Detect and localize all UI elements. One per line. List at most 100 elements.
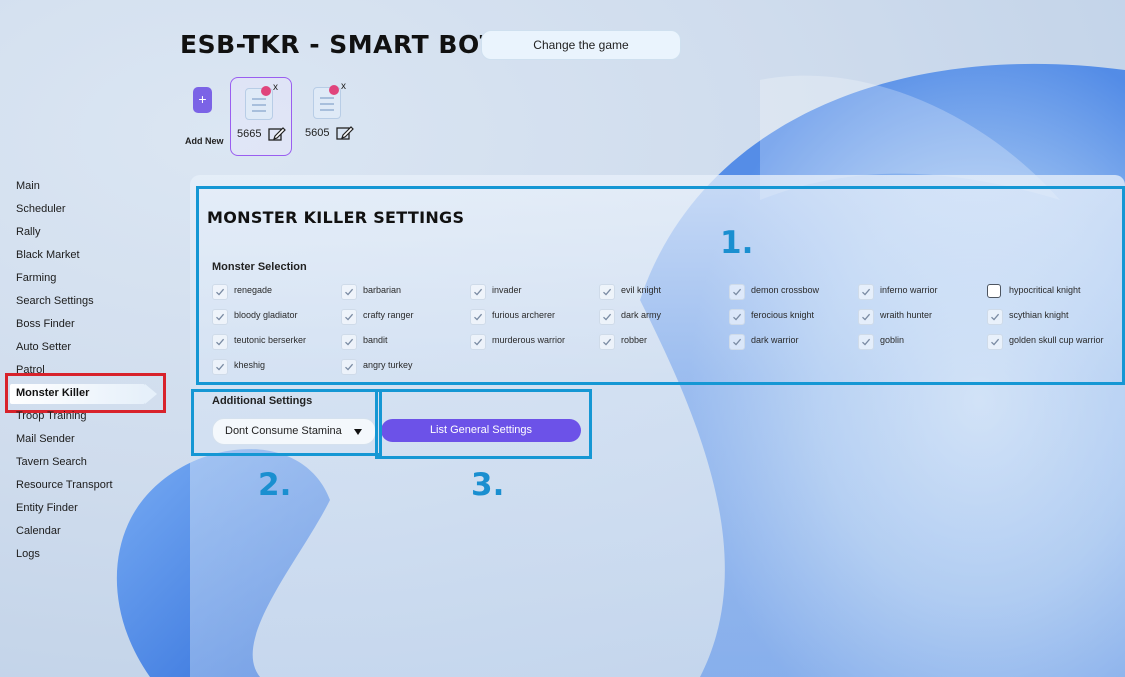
monster-checkbox-dark-army[interactable]: dark army — [599, 309, 727, 325]
annotation-label-1: 1. — [720, 225, 754, 261]
remove-account-x[interactable]: x — [341, 81, 346, 92]
monster-checkbox-inferno-warrior[interactable]: inferno warrior — [858, 284, 986, 300]
remove-account-dot-icon[interactable] — [329, 85, 339, 95]
sidebar-item-logs[interactable]: Logs — [16, 546, 40, 562]
change-game-button[interactable]: Change the game — [481, 30, 681, 60]
monster-checkbox-dark-warrior[interactable]: dark warrior — [729, 334, 857, 350]
monster-label: invader — [492, 285, 522, 295]
monster-label: barbarian — [363, 285, 402, 295]
sidebar-item-calendar[interactable]: Calendar — [16, 523, 61, 539]
sidebar-item-search-settings[interactable]: Search Settings — [16, 293, 94, 309]
sidebar-item-main[interactable]: Main — [16, 178, 40, 194]
annotation-label-2: 2. — [258, 467, 292, 503]
checkbox-checked-icon[interactable] — [858, 334, 874, 350]
monster-label: dark army — [621, 310, 662, 320]
monster-label: teutonic berserker — [234, 335, 307, 345]
account-number: 5665 — [237, 128, 262, 140]
remove-account-x[interactable]: x — [273, 82, 278, 93]
checkbox-checked-icon[interactable] — [341, 284, 357, 300]
add-account-button[interactable]: + — [193, 87, 212, 113]
sidebar-item-scheduler[interactable]: Scheduler — [16, 201, 66, 217]
monster-label: crafty ranger — [363, 310, 414, 320]
monster-label: golden skull cup warrior — [1009, 335, 1104, 345]
checkbox-checked-icon[interactable] — [341, 359, 357, 375]
monster-checkbox-goblin[interactable]: goblin — [858, 334, 986, 350]
checkbox-checked-icon[interactable] — [599, 309, 615, 325]
checkbox-checked-icon[interactable] — [212, 284, 228, 300]
account-number: 5605 — [305, 127, 330, 139]
monster-label: wraith hunter — [880, 310, 933, 320]
remove-account-dot-icon[interactable] — [261, 86, 271, 96]
monster-label: renegade — [234, 285, 273, 295]
sidebar-item-resource-transport[interactable]: Resource Transport — [16, 477, 113, 493]
monster-checkbox-evil-knight[interactable]: evil knight — [599, 284, 727, 300]
checkbox-checked-icon[interactable] — [470, 309, 486, 325]
sidebar-item-black-market[interactable]: Black Market — [16, 247, 80, 263]
annotation-label-3: 3. — [471, 467, 505, 503]
checkbox-checked-icon[interactable] — [729, 309, 745, 325]
monster-label: ferocious knight — [751, 310, 815, 320]
checkbox-checked-icon[interactable] — [212, 334, 228, 350]
sidebar-item-auto-setter[interactable]: Auto Setter — [16, 339, 71, 355]
monster-checkbox-scythian-knight[interactable]: scythian knight — [987, 309, 1115, 325]
sidebar-item-boss-finder[interactable]: Boss Finder — [16, 316, 75, 332]
edit-icon[interactable] — [336, 125, 354, 141]
sidebar-item-patrol[interactable]: Patrol — [16, 362, 45, 378]
monster-checkbox-barbarian[interactable]: barbarian — [341, 284, 469, 300]
checkbox-checked-icon[interactable] — [470, 334, 486, 350]
monster-label: scythian knight — [1009, 310, 1069, 320]
checkbox-unchecked-icon[interactable] — [987, 284, 1001, 298]
checkbox-checked-icon[interactable] — [470, 284, 486, 300]
monster-label: angry turkey — [363, 360, 413, 370]
checkbox-checked-icon[interactable] — [858, 309, 874, 325]
annotation-box-2 — [191, 389, 382, 456]
annotation-box-3 — [375, 389, 592, 459]
monster-checkbox-bandit[interactable]: bandit — [341, 334, 469, 350]
monster-label: dark warrior — [751, 335, 799, 345]
monster-label: bloody gladiator — [234, 310, 298, 320]
checkbox-checked-icon[interactable] — [341, 334, 357, 350]
monster-label: robber — [621, 335, 648, 345]
app-title: ESB-TKR - SMART BOT — [180, 30, 498, 59]
monster-checkbox-bloody-gladiator[interactable]: bloody gladiator — [212, 309, 340, 325]
monster-checkbox-crafty-ranger[interactable]: crafty ranger — [341, 309, 469, 325]
checkbox-checked-icon[interactable] — [729, 284, 745, 300]
checkbox-checked-icon[interactable] — [729, 334, 745, 350]
monster-checkbox-wraith-hunter[interactable]: wraith hunter — [858, 309, 986, 325]
checkbox-checked-icon[interactable] — [599, 284, 615, 300]
monster-label: bandit — [363, 335, 388, 345]
checkbox-checked-icon[interactable] — [341, 309, 357, 325]
monster-checkbox-renegade[interactable]: renegade — [212, 284, 340, 300]
account-tile-5665[interactable]: x 5665 — [230, 77, 292, 156]
sidebar-item-farming[interactable]: Farming — [16, 270, 56, 286]
monster-checkbox-angry-turkey[interactable]: angry turkey — [341, 359, 469, 375]
sidebar-item-tavern-search[interactable]: Tavern Search — [16, 454, 87, 470]
edit-icon[interactable] — [268, 126, 286, 142]
monster-checkbox-invader[interactable]: invader — [470, 284, 598, 300]
monster-checkbox-furious-archerer[interactable]: furious archerer — [470, 309, 598, 325]
monster-label: demon crossbow — [751, 285, 820, 295]
monster-checkbox-robber[interactable]: robber — [599, 334, 727, 350]
monster-checkbox-murderous-warrior[interactable]: murderous warrior — [470, 334, 598, 350]
sidebar-item-entity-finder[interactable]: Entity Finder — [16, 500, 78, 516]
monster-checkbox-golden-skull-cup-warrior[interactable]: golden skull cup warrior — [987, 334, 1115, 350]
account-tile-5605[interactable]: x 5605 — [299, 77, 359, 154]
monster-label: furious archerer — [492, 310, 556, 320]
checkbox-checked-icon[interactable] — [212, 359, 228, 375]
monster-checkbox-ferocious-knight[interactable]: ferocious knight — [729, 309, 857, 325]
monster-label: hypocritical knight — [1009, 285, 1081, 295]
monster-checkbox-kheshig[interactable]: kheshig — [212, 359, 340, 375]
checkbox-checked-icon[interactable] — [858, 284, 874, 300]
checkbox-checked-icon[interactable] — [987, 309, 1003, 325]
checkbox-checked-icon[interactable] — [987, 334, 1003, 350]
checkbox-checked-icon[interactable] — [212, 309, 228, 325]
sidebar-item-monster-killer[interactable]: Monster Killer — [16, 385, 89, 401]
monster-checkbox-demon-crossbow[interactable]: demon crossbow — [729, 284, 857, 300]
checkbox-checked-icon[interactable] — [599, 334, 615, 350]
monster-checkbox-teutonic-berserker[interactable]: teutonic berserker — [212, 334, 340, 350]
monster-checkbox-hypocritical-knight[interactable]: hypocritical knight — [987, 284, 1115, 300]
monster-label: goblin — [880, 335, 905, 345]
sidebar-item-rally[interactable]: Rally — [16, 224, 40, 240]
sidebar-item-mail-sender[interactable]: Mail Sender — [16, 431, 75, 447]
sidebar-item-troop-training[interactable]: Troop Training — [16, 408, 87, 424]
